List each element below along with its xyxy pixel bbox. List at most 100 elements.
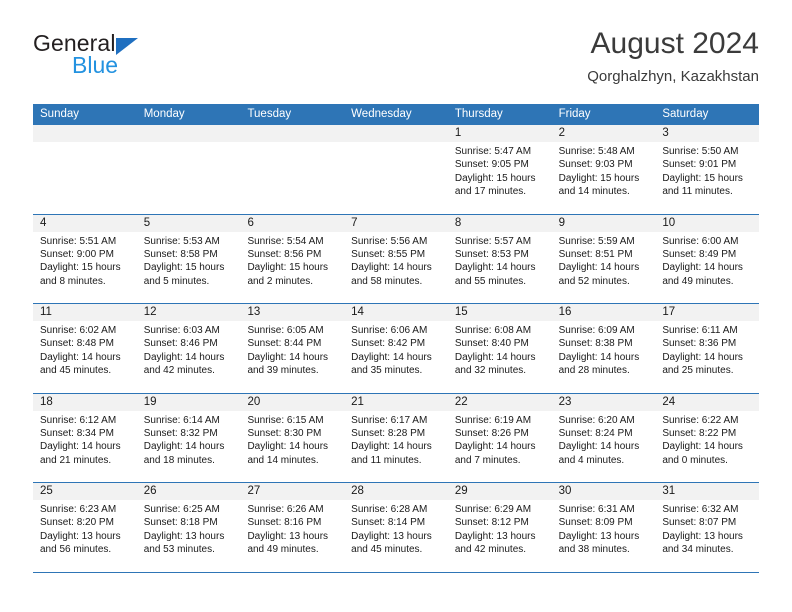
daylight-text-line2: and 35 minutes.	[351, 365, 423, 377]
calendar-day-cell[interactable]: 18 Sunrise: 6:12 AM Sunset: 8:34 PM Dayligh…	[33, 393, 137, 483]
calendar-day-cell[interactable]: 11 Sunrise: 6:02 AM Sunset: 8:48 PM Dayligh…	[33, 304, 137, 393]
sunset-text: Sunset: 9:00 PM	[40, 248, 114, 260]
calendar-day-cell[interactable]: 8 Sunrise: 5:57 AM Sunset: 8:53 PM Daylight…	[447, 214, 552, 304]
daylight-text-line1: Daylight: 14 hours	[662, 262, 743, 274]
calendar-day-cell[interactable]: 27 Sunrise: 6:26 AM Sunset: 8:16 PM Dayligh…	[240, 483, 345, 572]
day-number: 10	[655, 214, 760, 232]
calendar-day-cell[interactable]: 23 Sunrise: 6:20 AM Sunset: 8:24 PM Dayligh…	[551, 393, 656, 483]
calendar-day-cell[interactable]: 1 Sunrise: 5:47 AM Sunset: 9:05 PM Daylight…	[447, 125, 552, 214]
daylight-text-line1: Daylight: 14 hours	[247, 351, 329, 363]
daylight-text-line1: Daylight: 13 hours	[247, 530, 329, 542]
calendar-day-cell[interactable]: 6 Sunrise: 5:54 AM Sunset: 8:56 PM Daylight…	[240, 214, 345, 304]
sunset-text: Sunset: 8:12 PM	[454, 517, 529, 529]
calendar-day-cell[interactable]: 24 Sunrise: 6:22 AM Sunset: 8:22 PM Dayligh…	[655, 393, 760, 483]
daylight-text-line1: Daylight: 13 hours	[662, 530, 743, 542]
daylight-text-line2: and 2 minutes.	[247, 275, 314, 287]
sunset-text: Sunset: 8:56 PM	[247, 248, 322, 260]
day-number: 25	[33, 483, 137, 500]
day-details: Sunrise: 5:47 AM Sunset: 9:05 PM Daylight:…	[448, 142, 552, 199]
daylight-text-line1: Daylight: 15 hours	[558, 172, 640, 184]
calendar-day-cell[interactable]: 13 Sunrise: 6:05 AM Sunset: 8:44 PM Dayligh…	[240, 304, 345, 393]
sunrise-text: Sunrise: 6:03 AM	[143, 325, 220, 336]
calendar-day-cell[interactable]: 5 Sunrise: 5:53 AM Sunset: 8:58 PM Daylight…	[136, 214, 241, 304]
weekday-header-monday: Monday	[143, 108, 185, 120]
calendar-day-cell[interactable]: 4 Sunrise: 5:51 AM Sunset: 9:00 PM Daylight…	[33, 214, 137, 304]
sunset-text: Sunset: 8:49 PM	[662, 248, 737, 260]
sunset-text: Sunset: 8:46 PM	[143, 338, 218, 350]
daylight-text-line2: and 5 minutes.	[143, 275, 210, 287]
brand-logo[interactable]: General Blue	[33, 30, 233, 90]
calendar-day-cell[interactable]: 31 Sunrise: 6:32 AM Sunset: 8:07 PM Dayligh…	[655, 483, 760, 572]
calendar-day-cell[interactable]: 16 Sunrise: 6:09 AM Sunset: 8:38 PM Dayligh…	[551, 304, 656, 393]
calendar-day-cell[interactable]: 20 Sunrise: 6:15 AM Sunset: 8:30 PM Dayligh…	[240, 393, 345, 483]
daylight-text-line1: Daylight: 13 hours	[40, 530, 121, 542]
daylight-text-line1: Daylight: 14 hours	[558, 262, 640, 274]
day-details: Sunrise: 6:26 AM Sunset: 8:16 PM Daylight:…	[240, 500, 344, 557]
calendar-day-cell[interactable]: 3 Sunrise: 5:50 AM Sunset: 9:01 PM Daylight…	[655, 125, 760, 214]
daylight-text-line1: Daylight: 15 hours	[40, 262, 121, 274]
sunrise-text: Sunrise: 6:12 AM	[40, 414, 117, 426]
sunrise-text: Sunrise: 6:31 AM	[558, 504, 635, 515]
day-number: 22	[447, 393, 552, 411]
day-number: 2	[551, 125, 656, 142]
calendar-day-cell[interactable]: 7 Sunrise: 5:56 AM Sunset: 8:55 PM Daylight…	[344, 214, 448, 304]
sunrise-text: Sunrise: 6:14 AM	[143, 414, 220, 426]
day-number: 18	[33, 393, 137, 411]
day-details: Sunrise: 6:00 AM Sunset: 8:49 PM Daylight:…	[655, 232, 759, 289]
calendar-day-cell[interactable]: 14 Sunrise: 6:06 AM Sunset: 8:42 PM Dayligh…	[344, 304, 448, 393]
daylight-text-line1: Daylight: 14 hours	[40, 441, 121, 453]
daylight-text-line1: Daylight: 14 hours	[662, 351, 743, 363]
daylight-text-line2: and 7 minutes.	[454, 454, 521, 466]
day-details: Sunrise: 6:14 AM Sunset: 8:32 PM Daylight:…	[137, 411, 241, 468]
calendar-day-cell[interactable]: 28 Sunrise: 6:28 AM Sunset: 8:14 PM Dayligh…	[344, 483, 448, 572]
calendar-day-cell[interactable]: 21 Sunrise: 6:17 AM Sunset: 8:28 PM Dayligh…	[344, 393, 448, 483]
sunrise-text: Sunrise: 5:48 AM	[558, 146, 635, 157]
sunrise-text: Sunrise: 6:08 AM	[454, 325, 532, 336]
day-details: Sunrise: 6:11 AM Sunset: 8:36 PM Daylight:…	[655, 321, 759, 378]
calendar-day-cell[interactable]: 22 Sunrise: 6:19 AM Sunset: 8:26 PM Dayligh…	[447, 393, 552, 483]
calendar-day-cell[interactable]: 15 Sunrise: 6:08 AM Sunset: 8:40 PM Dayligh…	[447, 304, 552, 393]
day-number: 15	[447, 304, 552, 321]
sunrise-text: Sunrise: 6:05 AM	[247, 325, 324, 336]
calendar-day-cell[interactable]: 9 Sunrise: 5:59 AM Sunset: 8:51 PM Daylight…	[551, 214, 656, 304]
sunset-text: Sunset: 8:55 PM	[351, 248, 426, 260]
daylight-text-line1: Daylight: 13 hours	[454, 530, 536, 542]
calendar-day-cell[interactable]: 2 Sunrise: 5:48 AM Sunset: 9:03 PM Daylight…	[551, 125, 656, 214]
day-number: 21	[344, 393, 448, 411]
calendar-week-row: 4 Sunrise: 5:51 AM Sunset: 9:00 PM Daylight…	[33, 214, 760, 304]
sunrise-text: Sunrise: 5:56 AM	[351, 235, 428, 247]
sunrise-text: Sunrise: 6:25 AM	[143, 504, 220, 515]
daylight-text-line1: Daylight: 13 hours	[351, 530, 432, 542]
calendar-day-cell[interactable]: 12 Sunrise: 6:03 AM Sunset: 8:46 PM Dayligh…	[136, 304, 241, 393]
daylight-text-line2: and 28 minutes.	[558, 365, 630, 377]
calendar-day-cell[interactable]: 30 Sunrise: 6:31 AM Sunset: 8:09 PM Dayligh…	[551, 483, 656, 572]
calendar-day-cell[interactable]: 19 Sunrise: 6:14 AM Sunset: 8:32 PM Dayligh…	[136, 393, 241, 483]
calendar-day-cell[interactable]: 26 Sunrise: 6:25 AM Sunset: 8:18 PM Dayligh…	[136, 483, 241, 572]
daylight-text-line1: Daylight: 14 hours	[351, 262, 432, 274]
weekday-header-wednesday: Wednesday	[351, 108, 412, 120]
daylight-text-line2: and 4 minutes.	[558, 454, 625, 466]
daylight-text-line2: and 34 minutes.	[662, 544, 734, 556]
sunset-text: Sunset: 8:34 PM	[40, 427, 114, 439]
sunrise-text: Sunrise: 6:02 AM	[40, 325, 117, 336]
sunset-text: Sunset: 8:38 PM	[558, 338, 633, 350]
daylight-text-line1: Daylight: 14 hours	[247, 441, 329, 453]
day-number: 17	[655, 304, 760, 321]
day-details: Sunrise: 6:22 AM Sunset: 8:22 PM Daylight:…	[655, 411, 759, 468]
day-details: Sunrise: 5:51 AM Sunset: 9:00 PM Daylight:…	[33, 232, 137, 289]
calendar-day-cell[interactable]: 25 Sunrise: 6:23 AM Sunset: 8:20 PM Dayligh…	[33, 483, 137, 572]
daylight-text-line2: and 25 minutes.	[662, 365, 734, 377]
calendar-page: General Blue August 2024 Qorghalzhyn, Ka…	[0, 0, 792, 612]
daylight-text-line1: Daylight: 15 hours	[454, 172, 536, 184]
daylight-text-line2: and 49 minutes.	[247, 544, 319, 556]
sunrise-text: Sunrise: 5:59 AM	[558, 235, 635, 247]
day-number: 6	[240, 214, 345, 232]
calendar-day-cell[interactable]: 17 Sunrise: 6:11 AM Sunset: 8:36 PM Dayligh…	[655, 304, 760, 393]
calendar-day-cell[interactable]: 10 Sunrise: 6:00 AM Sunset: 8:49 PM Dayligh…	[655, 214, 760, 304]
daylight-text-line1: Daylight: 15 hours	[662, 172, 743, 184]
calendar-day-cell[interactable]: 29 Sunrise: 6:29 AM Sunset: 8:12 PM Dayligh…	[447, 483, 552, 572]
daylight-text-line2: and 53 minutes.	[143, 544, 215, 556]
daylight-text-line2: and 58 minutes.	[351, 275, 423, 287]
sunset-text: Sunset: 8:28 PM	[351, 427, 426, 439]
day-number	[240, 125, 345, 142]
